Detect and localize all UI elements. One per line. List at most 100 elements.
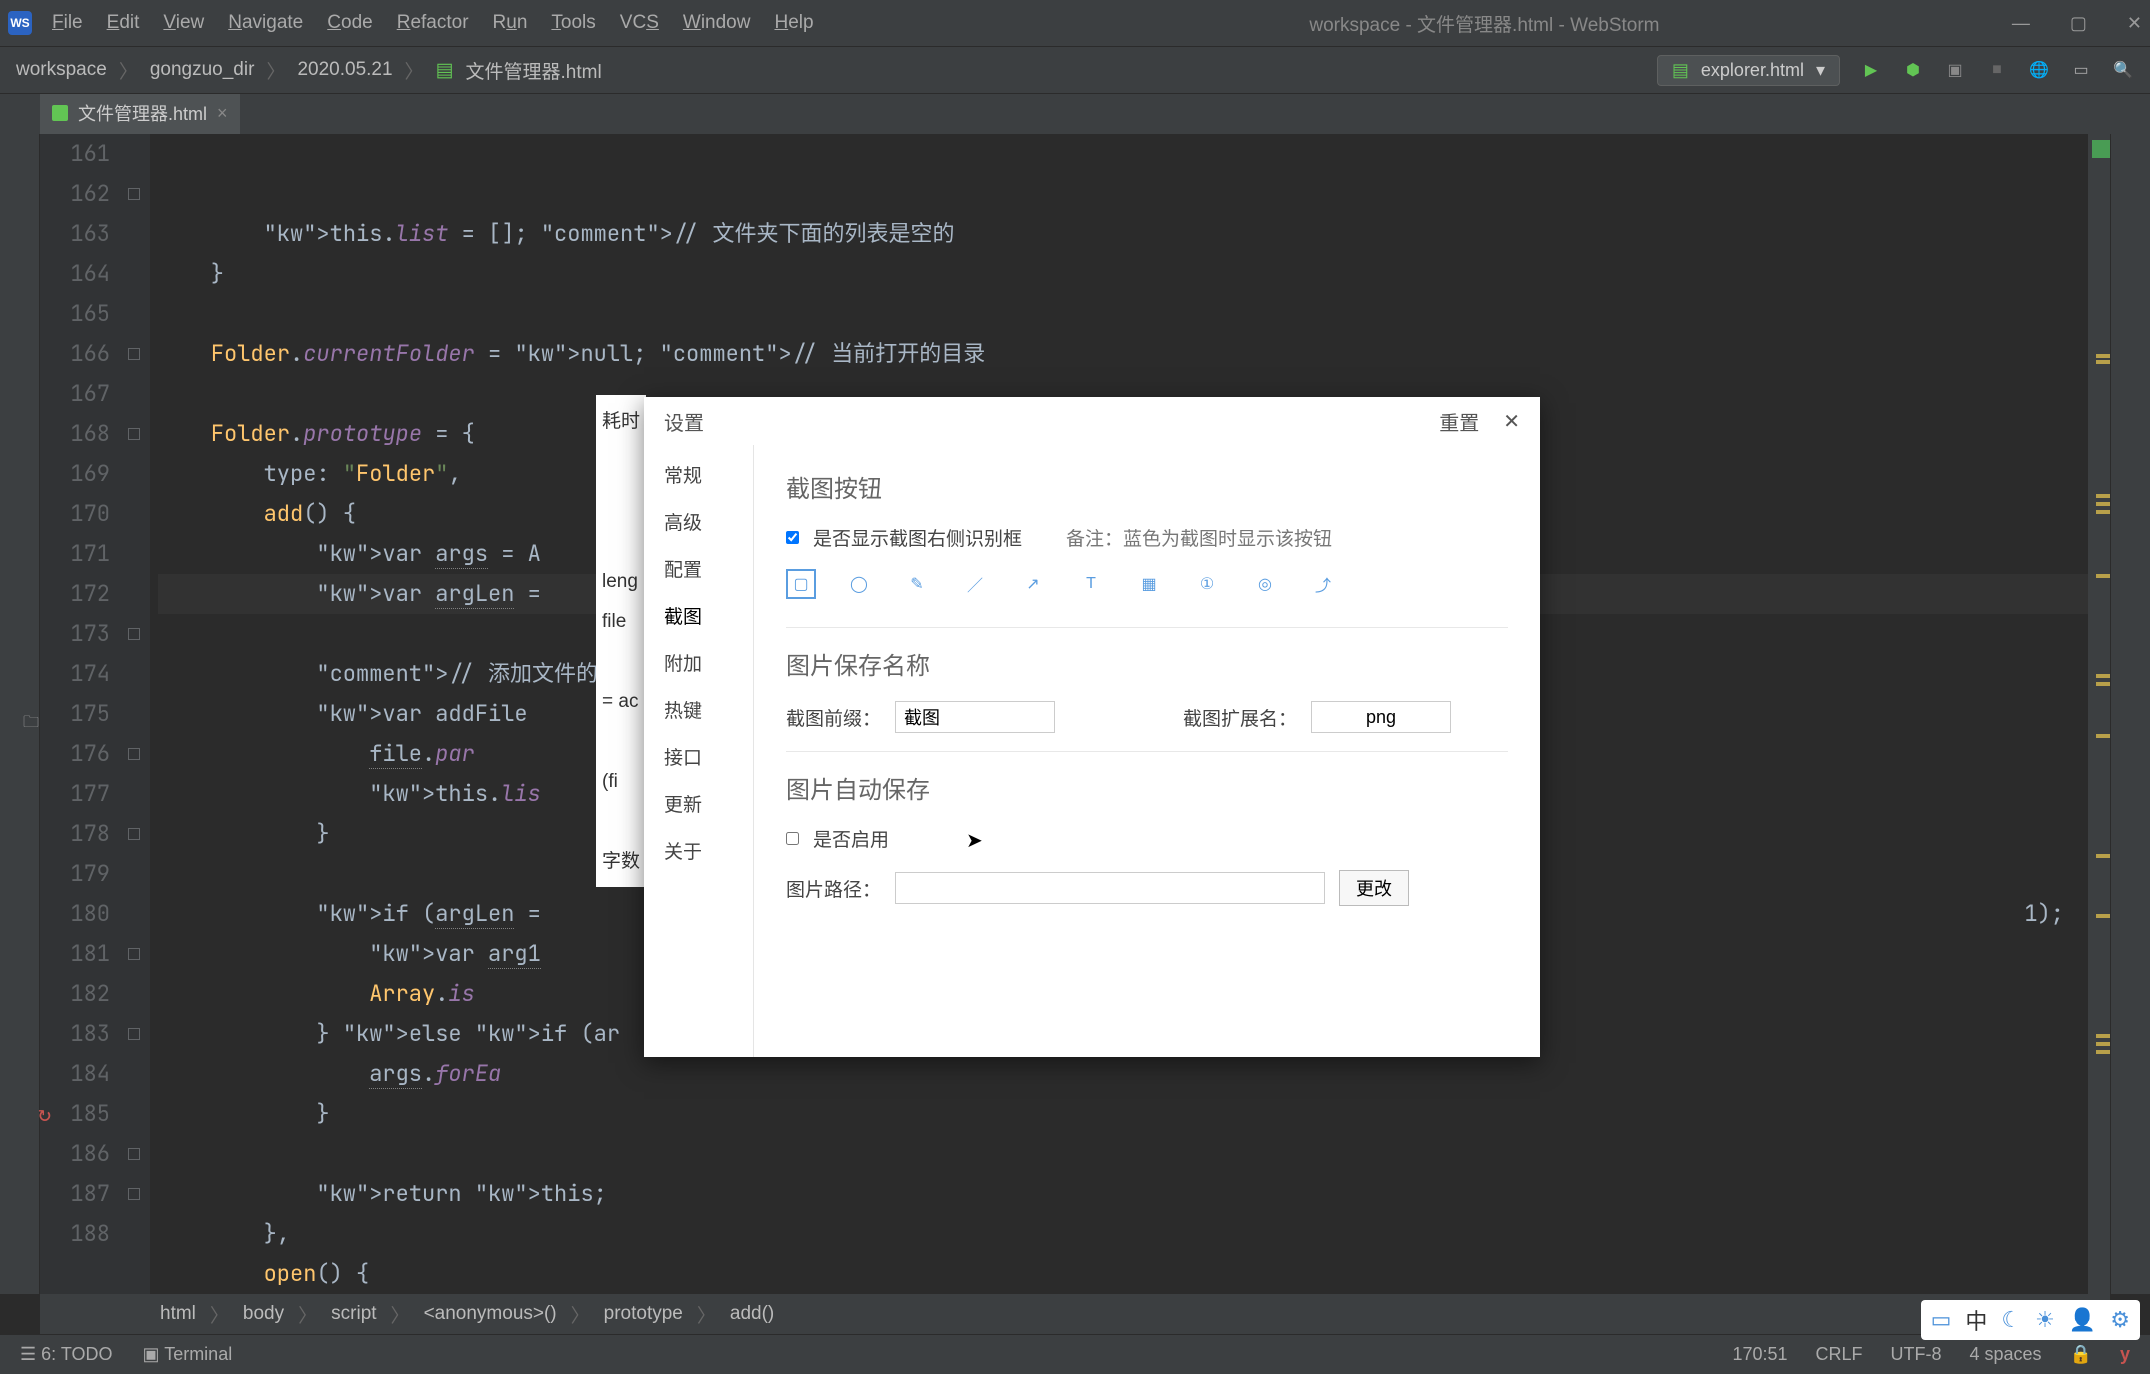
mosaic-icon[interactable]: ▦ [1134,569,1164,599]
breadcrumb-root[interactable]: workspace [16,59,107,81]
breadcrumb-sep: 〉 [405,57,424,84]
search-icon[interactable]: 🔍 [2112,59,2134,81]
run-config-dropdown[interactable]: ▤ explorer.html ▾ [1657,55,1840,86]
gear-icon[interactable]: ⚙ [2110,1307,2130,1333]
menu-window[interactable]: Window [683,12,751,34]
user-icon[interactable]: 👤 [2069,1307,2096,1333]
left-tool-stripe: 🗀 1: Project 7: Structure 2: Favorites ★ [0,134,40,1294]
status-bar: ☰ 6: TODO ▣ Terminal 170:51 CRLF UTF-8 4… [0,1334,2150,1374]
breadcrumb-2[interactable]: 2020.05.21 [297,59,392,81]
ext-label: 截图扩展名： [1183,704,1297,731]
navpath-item[interactable]: script [331,1303,376,1325]
moon-icon[interactable]: ☾ [2001,1307,2021,1333]
dialog-nav-item[interactable]: 更新 [644,780,753,827]
menu-refactor[interactable]: Refactor [397,12,469,34]
html-file-icon [52,105,68,121]
ext-input[interactable] [1311,701,1451,733]
number-icon[interactable]: ① [1192,569,1222,599]
prefix-label: 截图前缀： [786,704,881,731]
maximize-button[interactable]: ▢ [2070,13,2087,34]
navpath-item[interactable]: <anonymous>() [424,1303,557,1325]
file-icon: ▤ [436,59,454,82]
dialog-title: 设置 [664,407,704,436]
file-encoding[interactable]: UTF-8 [1891,1344,1942,1365]
note-text: 备注：蓝色为截图时显示该按钮 [1066,524,1332,551]
menu-file[interactable]: File [52,12,83,34]
settings-dialog: 设置 重置 ✕ 常规高级配置截图附加热键接口更新关于 截图按钮 是否显示截图右侧… [644,397,1540,1057]
upload-icon[interactable]: ⤴ [1308,569,1338,599]
partial-overlay-text: 耗时lengfile= ac(fi字数 [596,395,646,887]
y-icon[interactable]: y [2120,1344,2130,1365]
stop-button[interactable]: ■ [1986,59,2008,81]
menu-edit[interactable]: Edit [107,12,140,34]
lang-icon[interactable]: 中 [1965,1304,1987,1336]
dialog-nav-item[interactable]: 配置 [644,545,753,592]
line-separator[interactable]: CRLF [1816,1344,1863,1365]
minimize-button[interactable]: — [2012,13,2030,34]
dialog-nav-item[interactable]: 高级 [644,498,753,545]
change-path-button[interactable]: 更改 [1339,870,1409,906]
structure-breadcrumb: html〉 body〉 script〉 <anonymous>()〉 proto… [40,1294,2110,1334]
reset-button[interactable]: 重置 [1439,407,1479,436]
caret-position[interactable]: 170:51 [1732,1344,1787,1365]
todo-tool[interactable]: 6: TODO [41,1344,112,1364]
dialog-nav-item[interactable]: 关于 [644,827,753,874]
floating-toolbar: ▭ 中 ☾ ☀ 👤 ⚙ [1921,1300,2140,1340]
dialog-nav-item[interactable]: 接口 [644,733,753,780]
navpath-item[interactable]: body [243,1303,284,1325]
arrow-icon[interactable]: ↗ [1018,569,1048,599]
path-input[interactable] [895,872,1325,904]
menu-run[interactable]: Run [493,12,528,34]
target-icon[interactable]: ◎ [1250,569,1280,599]
indent-config[interactable]: 4 spaces [1970,1344,2042,1365]
show-recognition-frame-checkbox[interactable] [786,531,799,544]
menu-tools[interactable]: Tools [551,12,595,34]
right-tool-stripe [2110,134,2150,1294]
weather-icon[interactable]: ☀ [2035,1307,2055,1333]
line-icon[interactable]: ／ [960,569,990,599]
breadcrumb-1[interactable]: gongzuo_dir [150,59,255,81]
close-window-button[interactable]: ✕ [2127,13,2142,34]
dialog-content: 截图按钮 是否显示截图右侧识别框 备注：蓝色为截图时显示该按钮 ▢ ◯ ✎ ／ … [754,445,1540,1057]
chevron-down-icon: ▾ [1816,60,1825,81]
coverage-button[interactable]: ▣ [1944,59,1966,81]
breadcrumbs: workspace 〉 gongzuo_dir 〉 2020.05.21 〉 ▤… [16,57,602,84]
menu-vcs[interactable]: VCS [620,12,659,34]
terminal-tool[interactable]: Terminal [164,1344,232,1364]
ide-layout-icon[interactable]: ▭ [2070,59,2092,81]
navpath-item[interactable]: add() [730,1303,774,1325]
menu-code[interactable]: Code [327,12,372,34]
error-stripe[interactable] [2088,134,2110,1294]
section-title-autosave: 图片自动保存 [786,770,1508,805]
prefix-input[interactable] [895,701,1055,733]
menu-help[interactable]: Help [774,12,813,34]
project-folder-icon[interactable]: 🗀 [23,711,39,738]
dialog-nav-item[interactable]: 截图 [644,592,753,639]
navpath-item[interactable]: html [160,1303,196,1325]
debug-button[interactable]: ⬢ [1902,59,1924,81]
translate-icon[interactable]: 🌐 [2028,59,2050,81]
html-file-icon: ▤ [1672,60,1689,81]
dialog-nav-item[interactable]: 附加 [644,639,753,686]
close-tab-icon[interactable]: × [217,103,228,124]
lock-icon[interactable]: 🔒 [2070,1344,2092,1365]
dialog-nav-item[interactable]: 常规 [644,451,753,498]
menu-navigate[interactable]: Navigate [228,12,303,34]
navigation-toolbar: workspace 〉 gongzuo_dir 〉 2020.05.21 〉 ▤… [0,46,2150,94]
editor-tab[interactable]: 文件管理器.html × [40,94,240,134]
text-icon[interactable]: T [1076,569,1106,599]
run-button[interactable]: ▶ [1860,59,1882,81]
menu-view[interactable]: View [163,12,204,34]
circle-icon[interactable]: ◯ [844,569,874,599]
navpath-item[interactable]: prototype [604,1303,683,1325]
line-gutter: 1611621631641651661671681691701711721731… [40,134,150,1294]
pencil-icon[interactable]: ✎ [902,569,932,599]
close-dialog-icon[interactable]: ✕ [1503,409,1520,434]
screenshot-tool-icons: ▢ ◯ ✎ ／ ↗ T ▦ ① ◎ ⤴ [786,569,1508,599]
select-icon[interactable]: ▭ [1931,1307,1952,1333]
dialog-nav-item[interactable]: 热键 [644,686,753,733]
enable-autosave-checkbox[interactable] [786,832,799,845]
rectangle-icon[interactable]: ▢ [786,569,816,599]
breadcrumb-file[interactable]: 文件管理器.html [466,57,602,84]
checkbox2-label: 是否启用 [813,825,889,852]
